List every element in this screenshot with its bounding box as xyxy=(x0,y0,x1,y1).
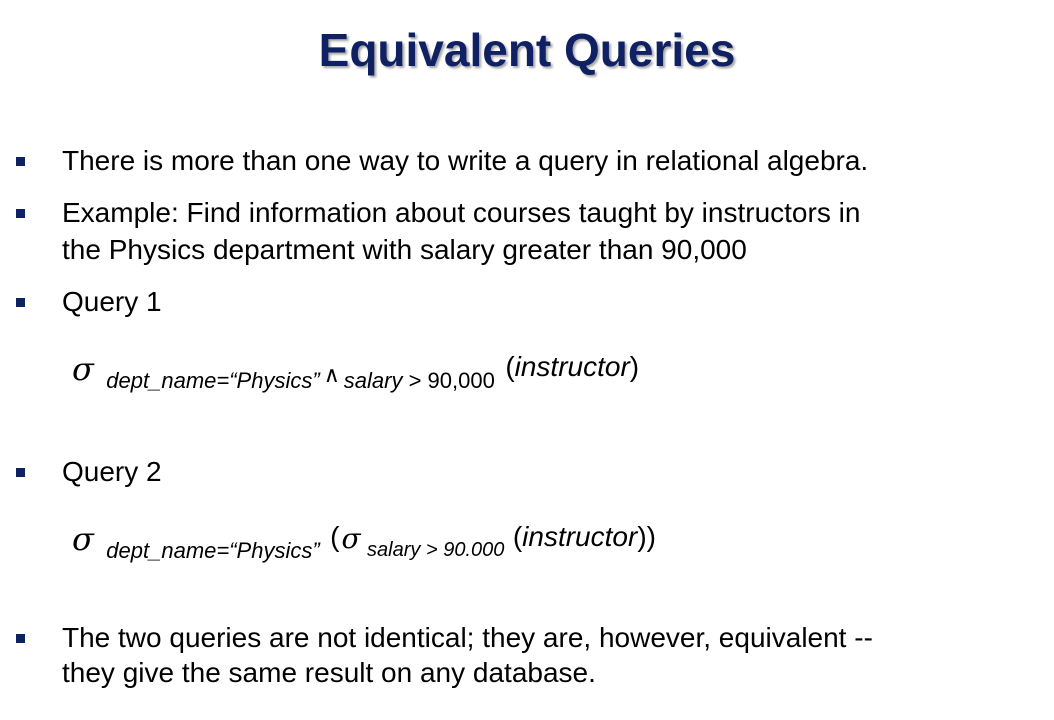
bullet-text-2-line-1: Example: Find information about courses … xyxy=(62,197,861,228)
inner-open-paren: ( xyxy=(512,521,523,552)
query-2-relation: (instructor)) xyxy=(513,521,656,553)
query-1-formula: σ dept_name=“Physics” ∧ salary > 90,000 (i… xyxy=(72,350,639,394)
predicate-salary-value: > 90,000 xyxy=(402,368,495,393)
predicate-physics: “Physics” xyxy=(229,368,320,393)
query-2-formula: σ dept_name=“Physics” (σ salary > 90.000… xyxy=(72,520,656,564)
predicate-physics: “Physics” xyxy=(229,538,320,563)
bullet-text-5-line-1: The two queries are not identical; they … xyxy=(62,622,873,653)
close-paren: ) xyxy=(629,351,640,382)
bullet-marker xyxy=(16,157,25,166)
bullet-marker xyxy=(16,634,25,643)
relation-instructor: instructor xyxy=(522,521,638,552)
bullet-marker xyxy=(16,468,25,477)
close-parens: )) xyxy=(637,521,656,552)
bullet-marker xyxy=(16,209,25,218)
query-1-predicate: dept_name=“Physics” ∧ salary > 90,000 xyxy=(106,363,495,394)
bullet-text-1: There is more than one way to write a qu… xyxy=(62,145,869,176)
bullet-text-2-line-2: the Physics department with salary great… xyxy=(62,234,747,265)
predicate-dept-name: dept_name= xyxy=(106,538,230,563)
relation-instructor: instructor xyxy=(514,351,630,382)
and-symbol: ∧ xyxy=(323,363,340,388)
predicate-salary: salary xyxy=(343,368,403,393)
inner-sigma-symbol: σ xyxy=(341,522,361,555)
bullet-marker xyxy=(16,298,25,307)
sigma-symbol: σ xyxy=(72,350,94,388)
query-1-label: Query 1 xyxy=(62,286,162,317)
query-2-label: Query 2 xyxy=(62,456,162,487)
predicate-dept-name: dept_name= xyxy=(106,368,230,393)
bullet-text-5-line-2: they give the same result on any databas… xyxy=(62,657,596,688)
inner-predicate: salary > 90.000 xyxy=(367,539,505,561)
query-1-relation: (instructor) xyxy=(505,351,639,383)
slide: Equivalent Queries There is more than on… xyxy=(0,0,1054,720)
query-2-predicate: dept_name=“Physics” xyxy=(106,538,319,564)
slide-title: Equivalent Queries xyxy=(318,24,736,76)
open-paren: ( xyxy=(505,351,515,382)
sigma-symbol: σ xyxy=(72,520,94,558)
outer-open-paren: ( xyxy=(330,521,340,552)
